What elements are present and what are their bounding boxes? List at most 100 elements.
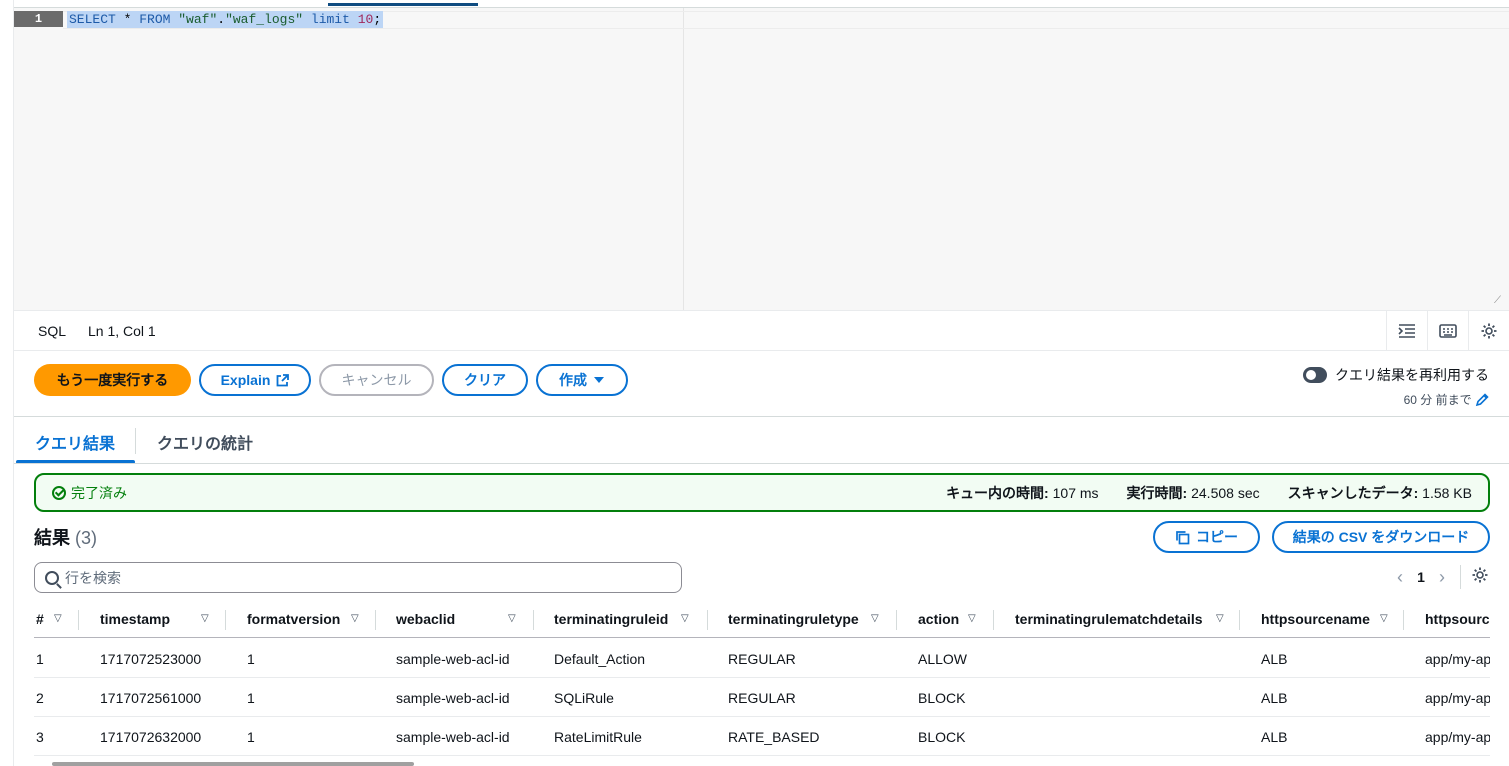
reuse-results-toggle[interactable]	[1303, 367, 1327, 383]
horizontal-scrollbar[interactable]	[34, 760, 1490, 766]
table-cell: RateLimitRule	[554, 729, 642, 745]
column-header[interactable]: action ▽	[918, 611, 976, 627]
cancel-button[interactable]: キャンセル	[319, 364, 434, 396]
tab-query-stats[interactable]: クエリの統計	[157, 430, 253, 454]
explain-label: Explain	[220, 372, 271, 388]
column-header[interactable]: httpsourcei	[1425, 611, 1490, 627]
keyboard-icon[interactable]	[1427, 311, 1468, 351]
table-settings-icon[interactable]	[1471, 566, 1489, 589]
table-cell: BLOCK	[918, 729, 966, 745]
edit-pencil-icon[interactable]	[1475, 393, 1489, 407]
table-cell: REGULAR	[728, 690, 796, 706]
sql-editor[interactable]: 1 SELECT * FROM "waf"."waf_logs" limit 1…	[14, 8, 1509, 310]
reuse-results-toggle-group: クエリ結果を再利用する 60 分 前まで	[1303, 365, 1489, 408]
sql-number: 10	[357, 12, 374, 27]
indent-icon[interactable]	[1386, 311, 1427, 351]
query-status-alert: 完了済み キュー内の時間: 107 ms 実行時間: 24.508 sec スキ…	[34, 473, 1490, 512]
table-cell: sample-web-acl-id	[396, 651, 510, 667]
column-header[interactable]: # ▽	[36, 611, 62, 627]
column-header[interactable]: terminatingrulematchdetails ▽	[1015, 611, 1224, 627]
table-cell: ALB	[1261, 729, 1288, 745]
sort-icon[interactable]: ▽	[54, 613, 62, 624]
line-number: 1	[14, 11, 63, 27]
column-header[interactable]: httpsourcename ▽	[1261, 611, 1388, 627]
column-divider[interactable]	[533, 610, 534, 630]
table-cell: 1717072523000	[100, 651, 202, 667]
caret-down-icon	[594, 377, 604, 383]
copy-icon	[1176, 530, 1190, 544]
row-search-input[interactable]: 行を検索	[34, 562, 682, 593]
sort-icon[interactable]: ▽	[1216, 613, 1224, 624]
language-label: SQL	[38, 323, 67, 339]
column-divider[interactable]	[993, 610, 994, 630]
sql-keyword: limit	[310, 12, 350, 27]
sort-icon[interactable]: ▽	[871, 613, 879, 624]
column-divider[interactable]	[375, 610, 376, 630]
clear-button[interactable]: クリア	[442, 364, 528, 396]
table-cell: SQLiRule	[554, 690, 614, 706]
download-csv-button[interactable]: 結果の CSV をダウンロード	[1272, 521, 1490, 553]
status-completed: 完了済み	[52, 483, 127, 503]
tab-query-results[interactable]: クエリ結果	[35, 430, 115, 454]
sort-icon[interactable]: ▽	[201, 613, 209, 624]
sql-keyword: SELECT	[69, 12, 116, 27]
table-cell: app/my-ap	[1425, 651, 1490, 667]
settings-icon[interactable]	[1468, 311, 1509, 351]
column-header[interactable]: terminatingruletype ▽	[728, 611, 879, 627]
sort-icon[interactable]: ▽	[968, 613, 976, 624]
resize-handle-icon[interactable]: ⟋	[1494, 296, 1504, 306]
table-cell: ALB	[1261, 651, 1288, 667]
column-header-label: webaclid	[396, 611, 456, 627]
sort-icon[interactable]: ▽	[1380, 613, 1388, 624]
column-divider[interactable]	[896, 610, 897, 630]
next-page-icon[interactable]: ›	[1428, 567, 1456, 588]
sort-icon[interactable]: ▽	[681, 613, 689, 624]
sort-icon[interactable]: ▽	[351, 613, 359, 624]
column-header-label: httpsourcename	[1261, 611, 1370, 627]
editor-status-bar: SQL Ln 1, Col 1	[14, 310, 1509, 351]
table-cell: 2	[36, 690, 44, 706]
table-row: 3 1717072632000 1 sample-web-acl-id Rate…	[34, 717, 1490, 756]
column-header-label: action	[918, 611, 960, 627]
table-cell: ALLOW	[918, 651, 968, 667]
column-header-label: terminatingrulematchdetails	[1015, 611, 1203, 627]
column-header[interactable]: webaclid ▽	[396, 611, 516, 627]
copy-button[interactable]: コピー	[1153, 521, 1260, 553]
explain-button[interactable]: Explain	[199, 364, 311, 396]
pagination: ‹ 1 ›	[1386, 565, 1489, 589]
search-placeholder: 行を検索	[65, 569, 121, 586]
active-editor-tab-indicator	[328, 3, 478, 6]
sql-string: "waf_logs"	[225, 12, 304, 27]
sql-query-text[interactable]: SELECT * FROM "waf"."waf_logs" limit 10;	[67, 11, 384, 28]
column-divider[interactable]	[1239, 610, 1240, 630]
column-divider[interactable]	[1403, 610, 1404, 630]
sort-icon[interactable]: ▽	[508, 613, 516, 624]
sql-string: "waf"	[178, 12, 218, 27]
print-margin	[683, 8, 684, 310]
prev-page-icon[interactable]: ‹	[1386, 567, 1414, 588]
scrollbar-thumb[interactable]	[52, 762, 414, 766]
table-cell: ALB	[1261, 690, 1288, 706]
column-header-label: terminatingruleid	[554, 611, 669, 627]
results-title-text: 結果	[34, 528, 70, 548]
exec-time-label: 実行時間:	[1126, 484, 1188, 501]
sql-token: .	[217, 12, 226, 27]
column-header[interactable]: timestamp ▽	[100, 611, 209, 627]
code-area[interactable]	[63, 8, 1509, 310]
column-divider[interactable]	[225, 610, 226, 630]
column-header[interactable]: formatversion ▽	[247, 611, 359, 627]
external-link-icon	[276, 373, 290, 386]
column-divider[interactable]	[78, 610, 79, 630]
column-header-label: #	[36, 611, 44, 627]
table-cell: app/my-ap	[1425, 690, 1490, 706]
check-circle-icon	[52, 485, 66, 500]
tab-separator	[135, 428, 136, 454]
create-dropdown-button[interactable]: 作成	[536, 364, 628, 396]
current-page[interactable]: 1	[1414, 569, 1428, 585]
column-divider[interactable]	[707, 610, 708, 630]
exec-time-value: 24.508 sec	[1191, 484, 1260, 501]
run-again-button[interactable]: もう一度実行する	[34, 364, 191, 396]
column-header[interactable]: terminatingruleid ▽	[554, 611, 689, 627]
table-row: 2 1717072561000 1 sample-web-acl-id SQLi…	[34, 678, 1490, 717]
